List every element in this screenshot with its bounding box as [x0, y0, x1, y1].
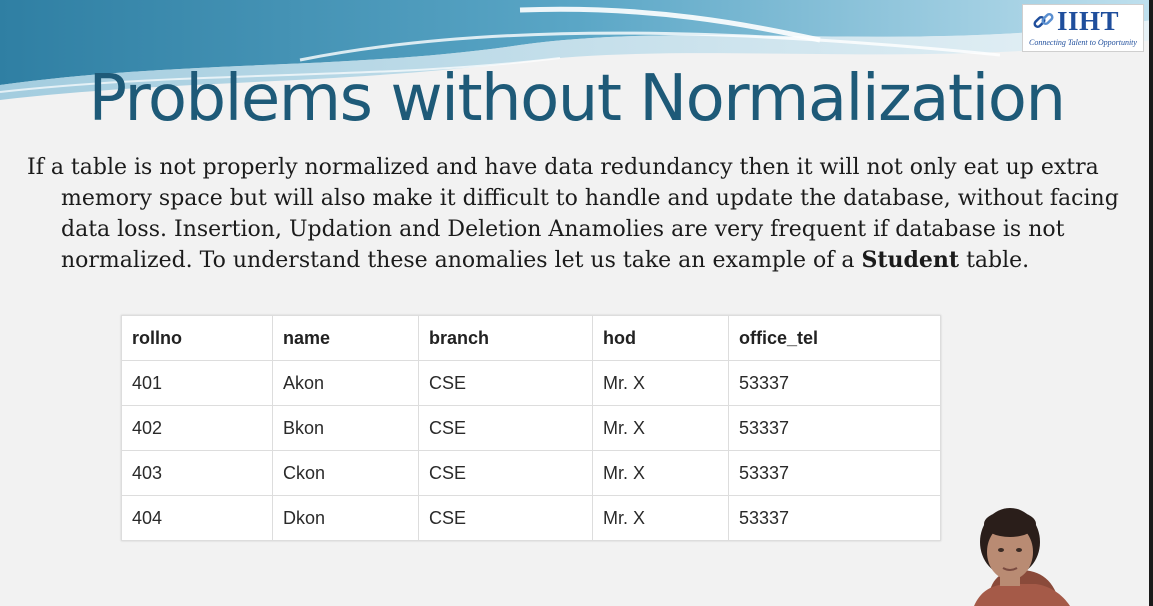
- table-cell: CSE: [418, 360, 593, 406]
- column-header-hod: hod: [592, 315, 729, 361]
- table-cell: CSE: [418, 405, 593, 451]
- table-cell: Dkon: [272, 495, 419, 541]
- presenter-video-overlay: [974, 508, 1070, 606]
- table-row: 403 Ckon CSE Mr. X 53337: [121, 450, 941, 496]
- slide-title: Problems without Normalization: [88, 62, 1066, 136]
- chain-link-icon: [1033, 12, 1054, 29]
- table-cell: CSE: [418, 495, 593, 541]
- intro-paragraph: If a table is not properly normalized an…: [27, 152, 1119, 276]
- table-cell: 403: [121, 450, 273, 496]
- column-header-name: name: [272, 315, 419, 361]
- logo-tagline: Connecting Talent to Opportunity: [1029, 38, 1137, 47]
- table-cell: 402: [121, 405, 273, 451]
- table-cell: 53337: [728, 360, 941, 406]
- table-header-row: rollno name branch hod office_tel: [121, 315, 941, 361]
- table-cell: 53337: [728, 405, 941, 451]
- table-cell: CSE: [418, 450, 593, 496]
- table-cell: 401: [121, 360, 273, 406]
- table-cell: Mr. X: [592, 450, 729, 496]
- column-header-rollno: rollno: [121, 315, 273, 361]
- table-row: 402 Bkon CSE Mr. X 53337: [121, 405, 941, 451]
- logo-text: IIHT: [1057, 6, 1120, 36]
- table-row: 401 Akon CSE Mr. X 53337: [121, 360, 941, 406]
- paragraph-line: normalized. To understand these anomalie…: [27, 245, 1117, 276]
- column-header-office-tel: office_tel: [728, 315, 941, 361]
- table-cell: 53337: [728, 495, 941, 541]
- table-cell: Akon: [272, 360, 419, 406]
- student-table: rollno name branch hod office_tel 401 Ak…: [121, 315, 941, 541]
- table-cell: 404: [121, 495, 273, 541]
- paragraph-text: normalized. To understand these anomalie…: [61, 248, 862, 273]
- paragraph-line: If a table is not properly normalized an…: [27, 155, 1099, 180]
- table-cell: Bkon: [272, 405, 419, 451]
- paragraph-bold-text: Student: [861, 247, 960, 273]
- table-cell: Mr. X: [592, 495, 729, 541]
- table-cell: Mr. X: [592, 405, 729, 451]
- table-row: 404 Dkon CSE Mr. X 53337: [121, 495, 941, 541]
- slide: IIHT Connecting Talent to Opportunity Pr…: [0, 0, 1153, 606]
- table-cell: 53337: [728, 450, 941, 496]
- table-cell: Mr. X: [592, 360, 729, 406]
- iiht-logo: IIHT Connecting Talent to Opportunity: [1022, 4, 1144, 52]
- paragraph-line: memory space but will also make it diffi…: [61, 186, 1119, 211]
- paragraph-line: data loss. Insertion, Updation and Delet…: [61, 217, 1065, 242]
- column-header-branch: branch: [418, 315, 593, 361]
- paragraph-text: table.: [959, 248, 1030, 273]
- table-cell: Ckon: [272, 450, 419, 496]
